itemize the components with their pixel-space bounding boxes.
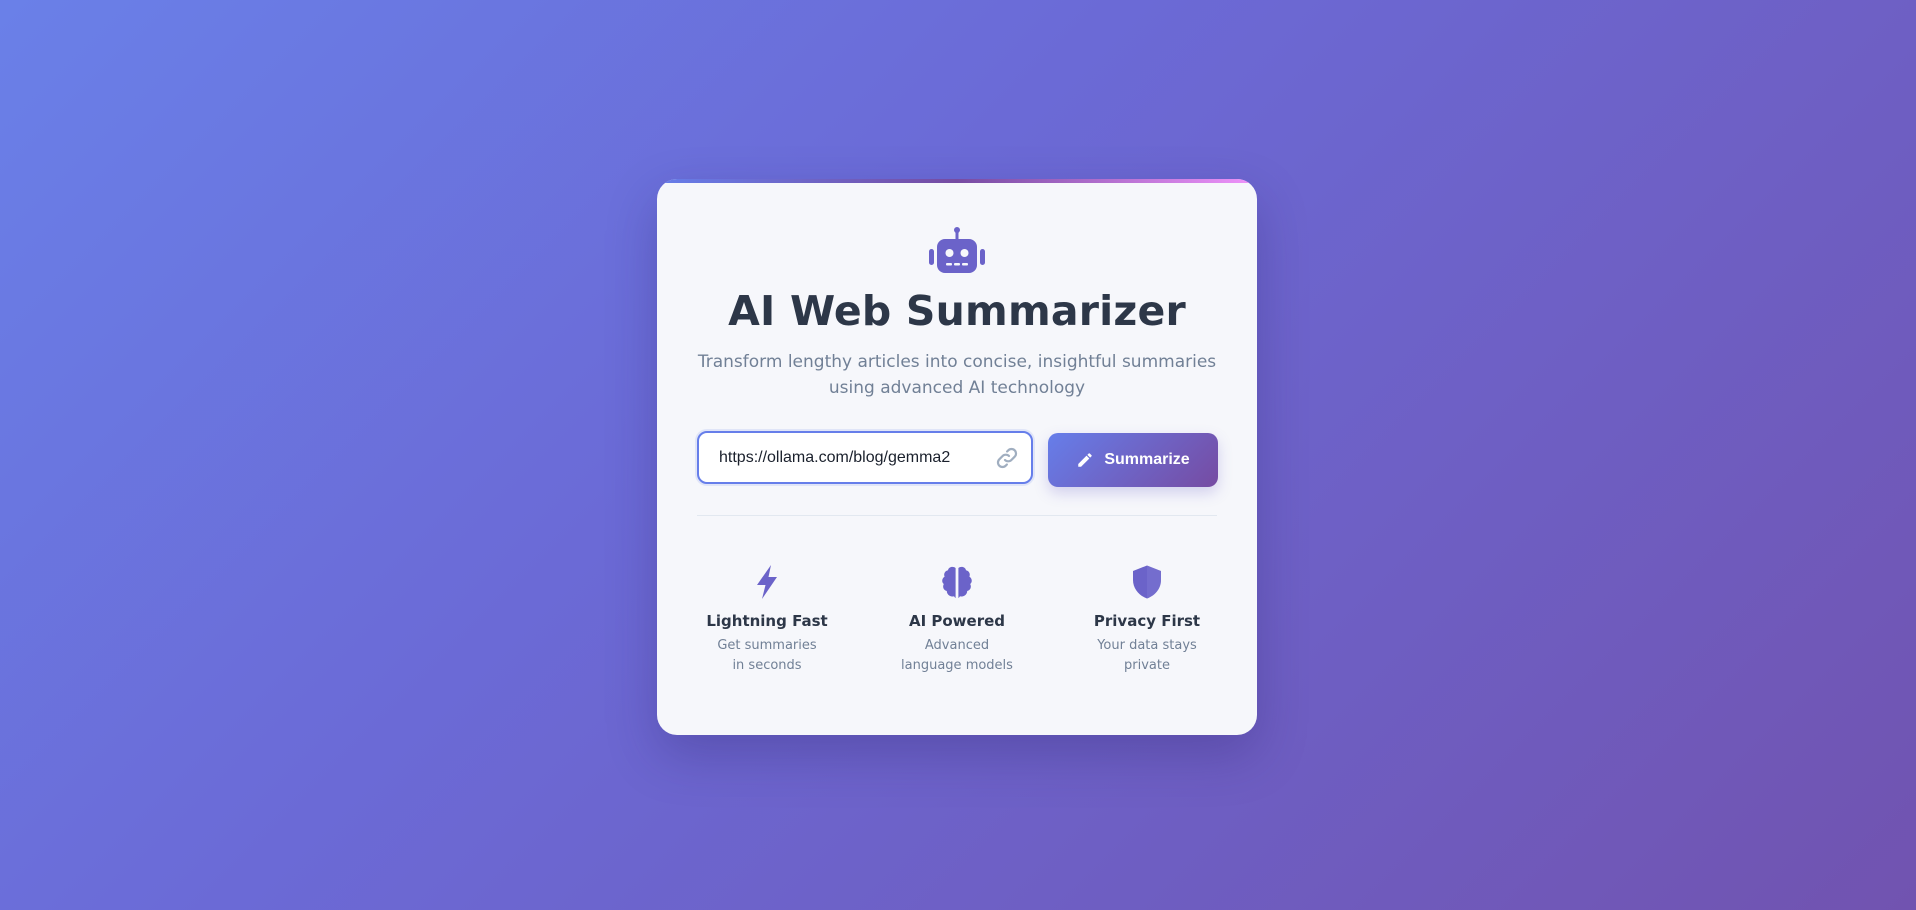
card-accent-bar	[657, 179, 1257, 183]
feature-description: Your data stays private	[1097, 638, 1197, 673]
feature-title: Privacy First	[1093, 612, 1201, 630]
page-title: AI Web Summarizer	[728, 287, 1186, 335]
brain-icon	[942, 566, 972, 598]
feature-lightning-fast: Lightning Fast Get summaries in seconds	[697, 564, 837, 676]
feature-privacy-first: Privacy First Your data stays private	[1077, 564, 1217, 676]
robot-icon	[929, 227, 985, 273]
summarizer-card: AI Web Summarizer Transform lengthy arti…	[657, 179, 1257, 735]
page-subtitle: Transform lengthy articles into concise,…	[697, 352, 1217, 398]
feature-title: AI Powered	[908, 612, 1006, 630]
feature-ai-powered: AI Powered Advanced language models	[887, 564, 1027, 676]
bolt-icon	[757, 565, 777, 599]
url-input[interactable]	[699, 433, 969, 482]
feature-description: Advanced language models	[901, 638, 1013, 673]
pencil-icon	[1078, 453, 1093, 467]
link-icon	[996, 447, 1018, 469]
summarize-button-label: Summarize	[1104, 451, 1190, 468]
url-field[interactable]	[697, 431, 1033, 484]
divider	[697, 515, 1217, 516]
shield-icon	[1133, 565, 1161, 599]
features-row: Lightning Fast Get summaries in seconds …	[697, 564, 1217, 676]
feature-title: Lightning Fast	[706, 612, 828, 630]
feature-description: Get summaries in seconds	[717, 638, 817, 673]
summarize-button[interactable]: Summarize	[1048, 433, 1218, 487]
